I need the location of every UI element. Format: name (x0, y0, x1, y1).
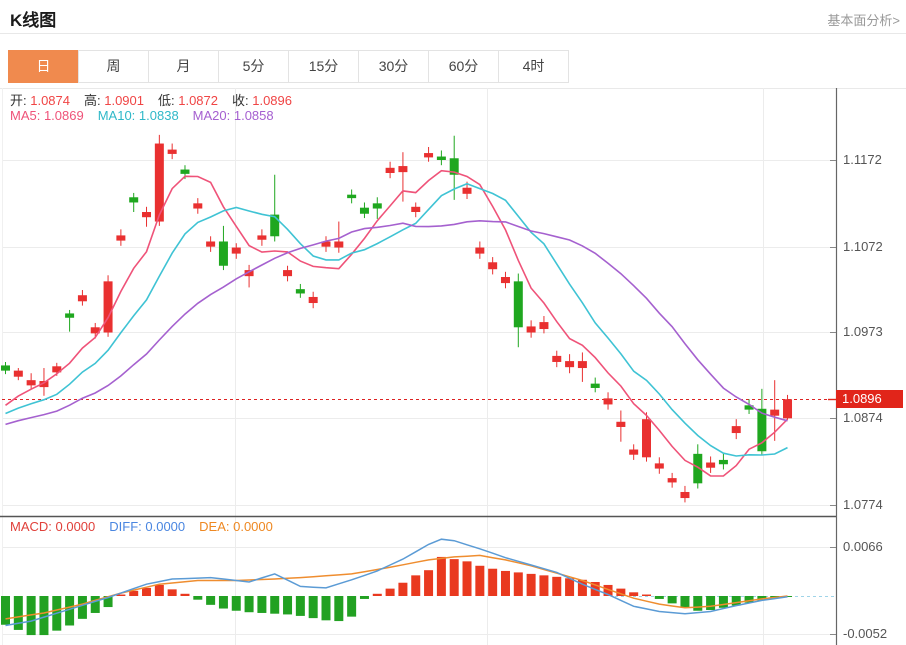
ohlc-legend: 开: 1.0874 高: 1.0901 低: 1.0872 收: 1.0896 (10, 90, 306, 109)
ma-lines (5, 169, 789, 477)
price-tick-label: 1.0874 (843, 410, 883, 426)
macd-tick-label: 0.0066 (843, 539, 883, 555)
legend-item: MA10: 1.0838 (97, 108, 179, 123)
tab-15分[interactable]: 15分 (288, 50, 359, 83)
tab-4时[interactable]: 4时 (498, 50, 569, 83)
price-tick-label: 1.1072 (843, 238, 883, 254)
kline-app: K线图 基本面分析> 日周月 5分 15分 30分 60分 4时 开: 1.0874 高: … (0, 0, 906, 645)
tab-5分[interactable]: 5分 (218, 50, 289, 83)
ma20-line (5, 219, 788, 426)
legend-item: MA5: 1.0869 (10, 108, 84, 123)
dea-line (5, 554, 788, 620)
tab-月[interactable]: 月 (148, 50, 219, 83)
legend-item: 开: 1.0874 (10, 93, 70, 108)
ma-legend: MA5: 1.0869 MA10: 1.0838 MA20: 1.0858 (10, 108, 288, 123)
macd-lines (5, 538, 788, 627)
current-price-badge: 1.0896 (836, 390, 903, 409)
legend-item: DIFF: 0.0000 (109, 519, 186, 534)
price-tick-label: 1.0774 (843, 496, 883, 512)
diff-line (5, 538, 788, 627)
macd-legend: MACD: 0.0000 DIFF: 0.0000 DEA: 0.0000 (10, 519, 287, 534)
tab-60分[interactable]: 60分 (428, 50, 499, 83)
tab-30分[interactable]: 30分 (358, 50, 429, 83)
legend-item: 低: 1.0872 (158, 93, 218, 108)
legend-item: MACD: 0.0000 (10, 519, 96, 534)
tab-日[interactable]: 日 (8, 50, 79, 83)
legend-item: DEA: 0.0000 (199, 519, 273, 534)
header-divider (0, 33, 906, 34)
fundamental-analysis-link[interactable]: 基本面分析> (827, 10, 900, 29)
page-title: K线图 (10, 11, 57, 30)
legend-item: MA20: 1.0858 (192, 108, 274, 123)
legend-item: 高: 1.0901 (84, 93, 144, 108)
interval-tabbar: 日周月 5分 15分 30分 60分 4时 (8, 50, 569, 83)
ma5-line (5, 169, 789, 477)
legend-item: 收: 1.0896 (232, 93, 292, 108)
kline-chart-canvas[interactable] (0, 88, 906, 645)
macd-tick-label: -0.0052 (843, 626, 888, 642)
tab-周[interactable]: 周 (78, 50, 149, 83)
price-tick-label: 1.0973 (843, 324, 883, 340)
macd-histogram (1, 556, 793, 636)
price-tick-label: 1.1172 (843, 152, 882, 167)
